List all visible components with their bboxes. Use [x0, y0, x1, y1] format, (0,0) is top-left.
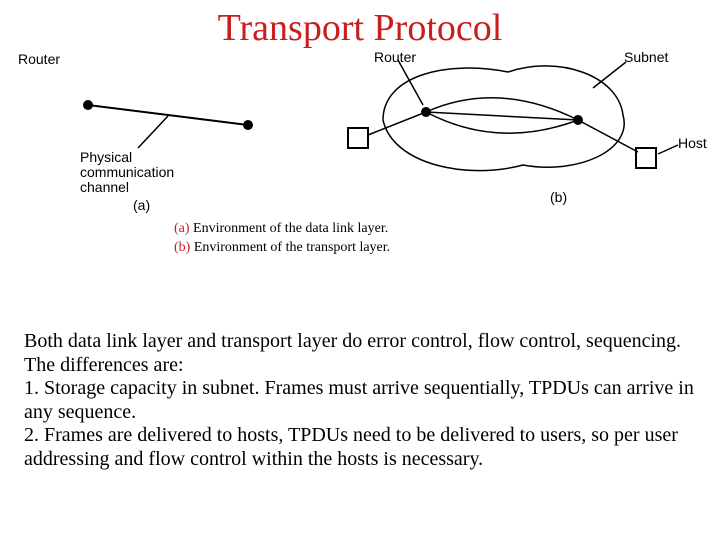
page-title: Transport Protocol [0, 6, 720, 50]
slide: Transport Protocol [0, 0, 720, 540]
label-router-b: Router [374, 50, 416, 65]
caption-line-b: (b) Environment of the transport layer. [174, 239, 574, 258]
body-p3: 2. Frames are delivered to hosts, TPDUs … [24, 424, 696, 471]
label-host: Host [678, 136, 707, 151]
label-router-a: Router [18, 52, 60, 67]
label-subnet: Subnet [624, 50, 668, 65]
diagram: Router Router Subnet Physical communicat… [18, 50, 702, 210]
caption-a-marker: (a) [174, 221, 190, 236]
body-text: Both data link layer and transport layer… [24, 330, 696, 472]
caption-a-text: Environment of the data link layer. [190, 221, 389, 236]
body-p1: Both data link layer and transport layer… [24, 330, 696, 377]
caption-line-a: (a) Environment of the data link layer. [174, 220, 574, 239]
fig-marker-b: (b) [550, 190, 567, 205]
body-p2: 1. Storage capacity in subnet. Frames mu… [24, 377, 696, 424]
label-phys-3: channel [80, 180, 129, 195]
caption-b-marker: (b) [174, 240, 190, 255]
fig-marker-a: (a) [133, 198, 150, 213]
caption-b-text: Environment of the transport layer. [190, 240, 390, 255]
figure-caption: (a) Environment of the data link layer. … [174, 220, 574, 258]
